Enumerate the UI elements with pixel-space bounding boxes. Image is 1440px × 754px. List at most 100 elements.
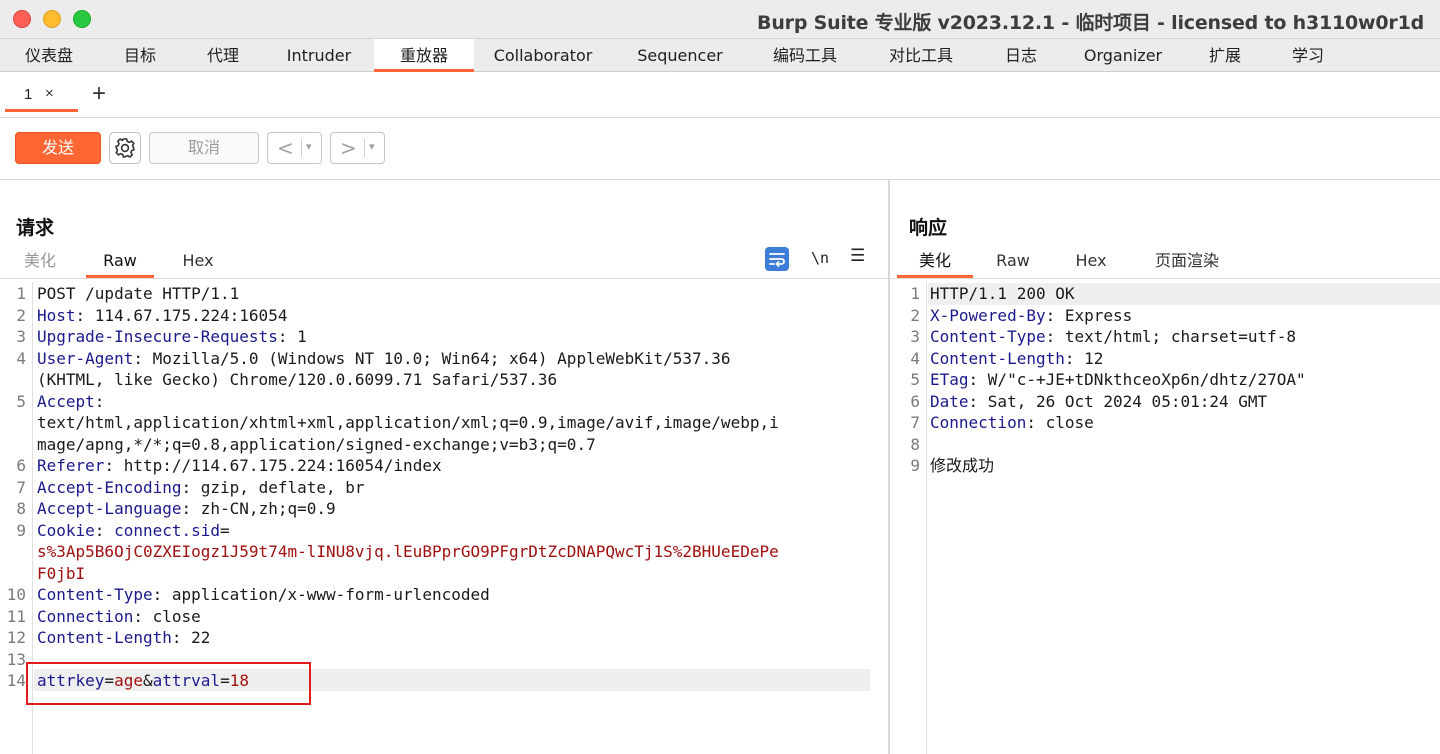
code-text: : Mozilla/5.0 (Windows NT 10.0; Win64; x… [133, 348, 731, 368]
code-line[interactable]: X-Powered-By: Express [930, 305, 1132, 327]
line-number: 6 [910, 391, 920, 411]
forward-button[interactable]: > ▾ [330, 132, 385, 164]
add-tab-icon[interactable]: + [92, 81, 106, 107]
tab-decoder[interactable]: 编码工具 [748, 39, 862, 72]
header-key: Accept [37, 391, 95, 411]
tab-sequencer[interactable]: Sequencer [612, 39, 748, 72]
code-text: (KHTML, like Gecko) Chrome/120.0.6099.71… [37, 370, 558, 389]
back-button[interactable]: < ▾ [267, 132, 322, 164]
header-key: Upgrade-Insecure-Requests [37, 327, 278, 346]
code-line[interactable]: Host: 114.67.175.224:16054 [37, 305, 287, 327]
tab-logger[interactable]: 日志 [980, 39, 1062, 72]
tab-comparer[interactable]: 对比工具 [862, 39, 980, 72]
header-key: Content-Type [37, 585, 153, 604]
show-newlines-button[interactable]: \n [811, 249, 829, 267]
code-text: : close [1026, 413, 1094, 432]
line-number: 14 [6, 671, 26, 690]
code-line[interactable]: Accept-Encoding: gzip, deflate, br [37, 477, 365, 499]
header-key: ETag [930, 370, 969, 389]
code-text: = [220, 520, 230, 540]
cancel-button[interactable]: 取消 [149, 132, 259, 164]
line-number: 5 [910, 370, 920, 389]
code-line[interactable]: F0jbI [37, 563, 85, 585]
send-button[interactable]: 发送 [15, 132, 101, 164]
menu-icon[interactable]: ☰ [850, 246, 865, 266]
code-line[interactable]: Upgrade-Insecure-Requests: 1 [37, 326, 307, 348]
code-line[interactable]: Accept: [37, 391, 104, 413]
response-editor[interactable]: 1 HTTP/1.1 200 OK 2 X-Powered-By: Express 3 C… [894, 283, 1440, 753]
chevron-down-icon[interactable]: ▾ [369, 140, 375, 153]
code-line[interactable]: 修改成功 [930, 455, 994, 477]
tab-learn[interactable]: 学习 [1266, 39, 1350, 72]
button-separator [301, 139, 302, 157]
code-line[interactable]: Content-Type: text/html; charset=utf-8 [930, 326, 1296, 348]
chevron-right-icon: > [340, 136, 357, 160]
zoom-window-button[interactable] [73, 10, 91, 28]
response-view-render[interactable]: 页面渲染 [1147, 250, 1227, 278]
code-text: : [94, 391, 105, 411]
tab-repeater[interactable]: 重放器 [374, 39, 474, 72]
code-line[interactable]: Content-Length: 22 [37, 627, 210, 649]
tab-intruder[interactable]: Intruder [264, 39, 374, 72]
code-line[interactable]: Connection: close [37, 606, 201, 628]
param-value: s%3Ap5B6OjC0ZXEIogz1J59t74m-lINU8vjq.lEu… [37, 542, 779, 561]
code-line[interactable]: User-Agent: Mozilla/5.0 (Windows NT 10.0… [37, 348, 731, 370]
code-line[interactable]: mage/apng,*/*;q=0.8,application/signed-e… [37, 434, 596, 456]
line-number: 4 [16, 348, 26, 368]
request-view-pretty[interactable]: 美化 [14, 250, 66, 278]
line-number: 1 [910, 284, 920, 303]
code-line[interactable]: HTTP/1.1 200 OK [930, 283, 1075, 305]
header-key: Host [37, 305, 76, 325]
chevron-down-icon[interactable]: ▾ [306, 140, 312, 153]
response-view-hex[interactable]: Hex [1063, 250, 1119, 278]
repeater-tab-label: 1 [24, 86, 33, 103]
code-text: HTTP/1.1 200 OK [930, 284, 1075, 303]
code-text: : http://114.67.175.224:16054/index [104, 456, 442, 475]
request-tabs-divider [0, 278, 888, 279]
code-line[interactable]: s%3Ap5B6OjC0ZXEIogz1J59t74m-lINU8vjq.lEu… [37, 541, 779, 563]
code-line[interactable]: Content-Length: 12 [930, 348, 1103, 370]
line-number: 8 [910, 434, 920, 454]
tab-target[interactable]: 目标 [98, 39, 182, 72]
code-line[interactable]: ETag: W/"c-+JE+tDNkthceoXp6n/dhtz/27OA" [930, 369, 1306, 391]
request-view-hex[interactable]: Hex [170, 250, 226, 278]
line-number: 13 [6, 649, 26, 669]
code-line[interactable]: Content-Type: application/x-www-form-url… [37, 584, 490, 606]
response-view-raw[interactable]: Raw [985, 250, 1041, 278]
code-text: : application/x-www-form-urlencoded [152, 585, 490, 604]
tab-collaborator[interactable]: Collaborator [474, 39, 612, 72]
code-text: : close [133, 606, 201, 626]
settings-button[interactable] [109, 132, 141, 164]
code-line[interactable]: text/html,application/xhtml+xml,applicat… [37, 412, 779, 434]
tab-organizer[interactable]: Organizer [1062, 39, 1184, 72]
tab-dashboard[interactable]: 仪表盘 [0, 39, 98, 72]
code-line[interactable]: Referer: http://114.67.175.224:16054/ind… [37, 455, 442, 477]
code-text: : Sat, 26 Oct 2024 05:01:24 GMT [968, 391, 1268, 411]
repeater-toolbar: 发送 取消 < ▾ > ▾ [0, 118, 1440, 180]
minimize-window-button[interactable] [43, 10, 61, 28]
response-pane-title: 响应 [909, 217, 948, 239]
line-number: 10 [6, 585, 26, 604]
code-line[interactable]: Date: Sat, 26 Oct 2024 05:01:24 GMT [930, 391, 1267, 413]
line-number: 3 [910, 327, 920, 346]
code-text: : 22 [171, 628, 211, 647]
request-view-raw[interactable]: Raw [86, 250, 154, 278]
code-line[interactable]: Accept-Language: zh-CN,zh;q=0.9 [37, 498, 336, 520]
tab-extensions[interactable]: 扩展 [1184, 39, 1266, 72]
header-key: Content-Length [37, 628, 172, 647]
header-key: Connection [37, 606, 134, 626]
response-view-pretty[interactable]: 美化 [897, 250, 973, 278]
close-tab-icon[interactable]: × [45, 85, 54, 102]
code-line[interactable]: Cookie: connect.sid= [37, 520, 230, 542]
close-window-button[interactable] [13, 10, 31, 28]
code-line[interactable]: POST /update HTTP/1.1 [37, 283, 239, 305]
wrap-lines-button[interactable] [765, 247, 789, 271]
code-line[interactable]: Connection: close [930, 412, 1094, 434]
repeater-tab-1[interactable]: 1 × [5, 82, 78, 112]
code-line[interactable]: (KHTML, like Gecko) Chrome/120.0.6099.71… [37, 369, 557, 391]
tab-proxy[interactable]: 代理 [182, 39, 264, 72]
line-number: 2 [16, 305, 26, 325]
code-text: : gzip, deflate, br [181, 477, 365, 497]
header-key: connect.sid [114, 520, 221, 540]
pane-splitter[interactable] [888, 180, 890, 754]
